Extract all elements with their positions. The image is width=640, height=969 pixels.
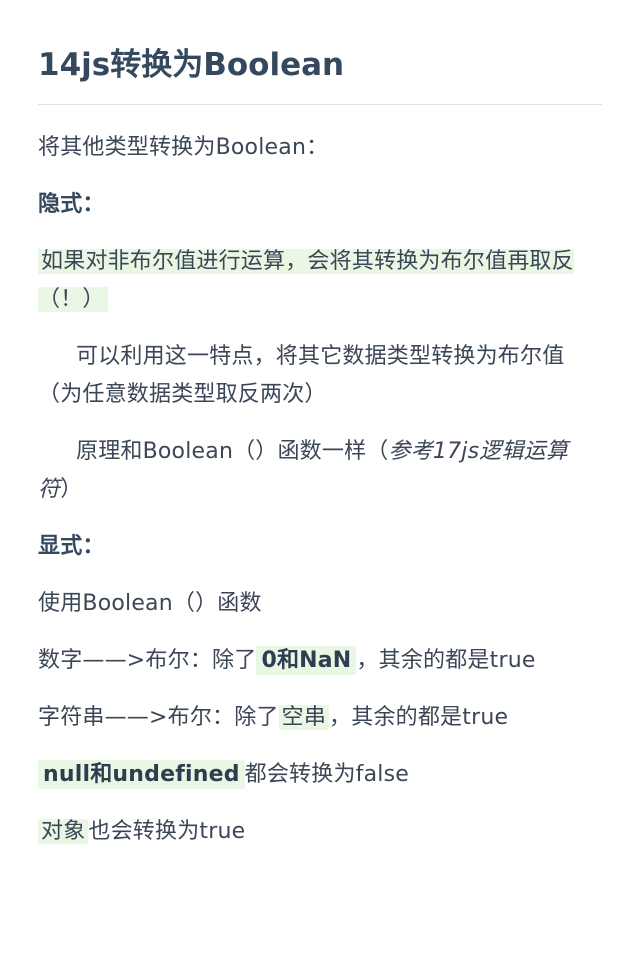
number-rule-suffix: ，其余的都是true (356, 648, 536, 673)
object-rule: 对象 也会转换为true (38, 813, 602, 851)
page-title: 14js转换为Boolean (38, 40, 602, 105)
number-rule-prefix: 数字——>布尔：除了 (38, 648, 257, 673)
para2-prefix: 原理和Boolean（）函数一样（ (76, 439, 389, 464)
string-rule: 字符串——>布尔：除了 空串 ，其余的都是true (38, 699, 602, 737)
nullish-rule: null和undefined 都会转换为false (38, 756, 602, 794)
implicit-heading: 隐式： (38, 192, 105, 217)
implicit-highlight-paragraph: 如果对非布尔值进行运算，会将其转换为布尔值再取反（！） (38, 243, 602, 319)
string-rule-prefix: 字符串——>布尔：除了 (38, 705, 279, 730)
implicit-paragraph-2: 原理和Boolean（）函数一样（参考17js逻辑运算符） (38, 433, 602, 509)
para2-suffix: ） (60, 477, 83, 502)
number-code: 0和NaN (256, 646, 357, 675)
number-rule: 数字——>布尔：除了 0和NaN ，其余的都是true (38, 642, 602, 680)
explicit-heading: 显式： (38, 534, 105, 559)
implicit-paragraph-1: 可以利用这一特点，将其它数据类型转换为布尔值（为任意数据类型取反两次） (38, 344, 565, 407)
intro-text: 将其他类型转换为Boolean： (38, 135, 329, 160)
string-rule-suffix: ，其余的都是true (329, 705, 509, 730)
nullish-code: null和undefined (38, 760, 245, 789)
nullish-rule-suffix: 都会转换为false (244, 762, 409, 787)
object-rule-suffix: 也会转换为true (88, 819, 246, 844)
string-code: 空串 (278, 705, 330, 730)
article: 14js转换为Boolean 将其他类型转换为Boolean： 隐式： 如果对非… (0, 0, 640, 969)
explicit-usage: 使用Boolean（）函数 (38, 591, 262, 616)
object-code: 对象 (38, 819, 89, 844)
implicit-highlight: 如果对非布尔值进行运算，会将其转换为布尔值再取反（！） (38, 249, 574, 312)
